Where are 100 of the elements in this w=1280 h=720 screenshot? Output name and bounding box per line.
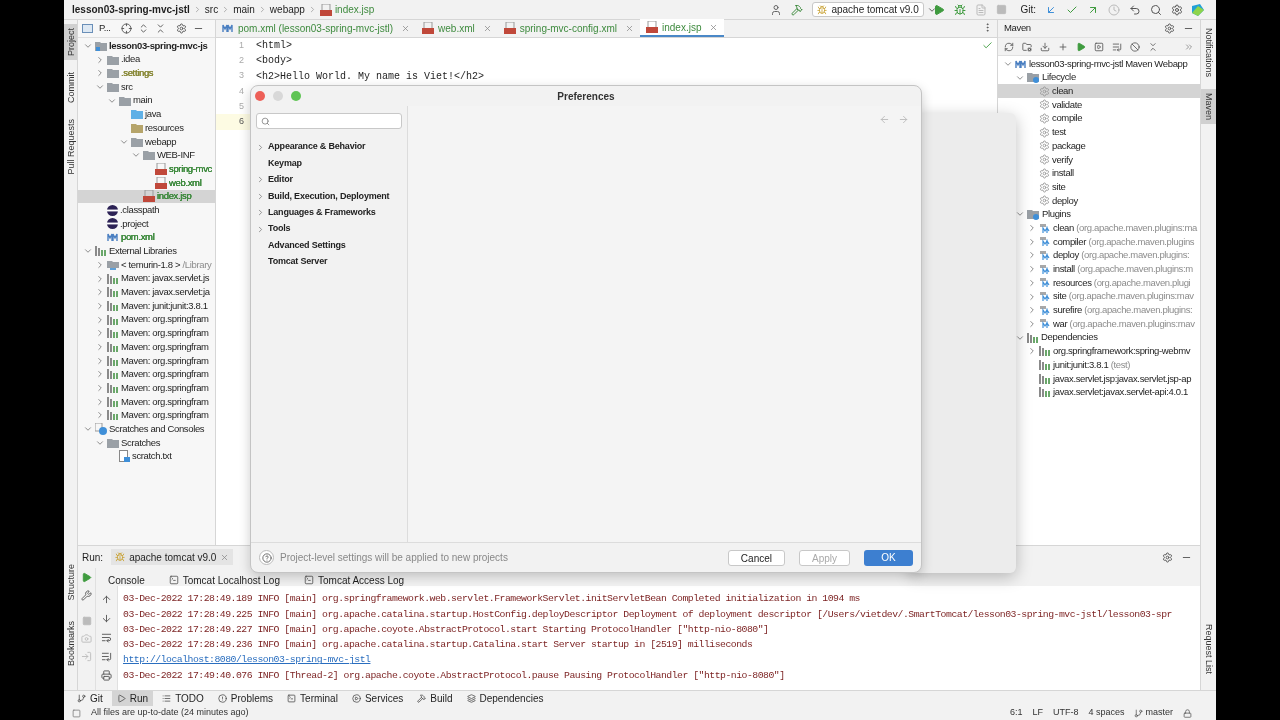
caret-position[interactable]: 6:1 — [1009, 706, 1023, 720]
tool-tab[interactable]: Dependencies — [461, 691, 549, 706]
breadcrumb-item[interactable]: main — [233, 2, 255, 17]
tree-item[interactable]: scratch.txt — [78, 449, 215, 464]
tree-item[interactable]: Lifecycle — [998, 70, 1200, 85]
tree-item[interactable]: Dependencies — [998, 330, 1200, 345]
tree-item[interactable]: webapp — [78, 134, 215, 149]
tree-item[interactable]: .classpath — [78, 203, 215, 217]
chevron-right-icon[interactable] — [95, 369, 105, 380]
chevron-right-icon[interactable] — [95, 355, 105, 366]
tree-item[interactable]: src — [78, 80, 215, 94]
tree-item[interactable]: Maven: org.springfram — [78, 394, 215, 409]
tool-tab[interactable]: Problems — [212, 691, 279, 706]
settings-nav-item[interactable]: Tools — [256, 220, 402, 238]
user-icon[interactable] — [770, 3, 783, 16]
wrench-icon[interactable] — [81, 590, 92, 601]
settings-icon[interactable] — [175, 23, 187, 34]
panel-title[interactable]: P... — [99, 21, 111, 36]
tree-item[interactable]: org.springframework:spring-webmv — [998, 344, 1200, 359]
close-icon[interactable] — [709, 22, 719, 32]
tool-tab[interactable]: TODO — [157, 691, 209, 706]
tree-item[interactable]: Scratches and Consoles — [78, 422, 215, 436]
tree-item[interactable]: Maven: org.springfram — [78, 340, 215, 354]
tree-item[interactable]: java — [78, 107, 215, 122]
debug-icon[interactable] — [954, 3, 967, 16]
download-icon[interactable] — [1040, 41, 1050, 52]
camera-icon[interactable] — [81, 633, 92, 644]
tree-item[interactable]: main — [78, 93, 215, 108]
tree-item[interactable]: < temurin-1.8 > /Library — [78, 258, 215, 272]
console-tab[interactable]: Tomcat Access Log — [300, 574, 409, 586]
settings-nav-item[interactable]: Languages & Frameworks — [256, 204, 402, 221]
chevron-right-icon[interactable] — [95, 273, 105, 284]
tree-item[interactable]: Maven: org.springfram — [78, 312, 215, 327]
editor-tab[interactable]: pom.xml (lesson03-spring-mvc-jstl) — [216, 19, 417, 37]
console-link[interactable]: http://localhost:8080/lesson03-spring-mvc-jstl — [123, 653, 371, 669]
tool-window-tab[interactable]: Request List — [1201, 619, 1216, 678]
tree-item[interactable]: install — [998, 166, 1200, 181]
tree-item[interactable]: WEB-INF — [78, 148, 215, 163]
wrap-icon[interactable] — [101, 632, 112, 643]
tree-item[interactable]: package — [998, 139, 1200, 153]
tree-item[interactable]: Maven: javax.servlet.js — [78, 271, 215, 286]
tree-item[interactable]: Maven: junit:junit:3.8.1 — [78, 299, 215, 313]
tool-window-tab[interactable]: Notifications — [1201, 24, 1216, 82]
settings-icon[interactable] — [1171, 3, 1183, 16]
console-tab[interactable]: Console — [104, 574, 149, 586]
tree-item[interactable]: resources — [78, 121, 215, 135]
tool-tab[interactable]: Git — [72, 691, 108, 706]
more-icon[interactable] — [1184, 41, 1194, 52]
login-icon[interactable] — [81, 651, 92, 662]
chevron-right-icon[interactable] — [1027, 250, 1037, 261]
line-separator[interactable]: LF — [1032, 706, 1043, 720]
run-configuration-tab[interactable]: apache tomcat v9.0 — [111, 549, 234, 565]
tree-item[interactable]: Maven: org.springfram — [78, 326, 215, 341]
close-icon[interactable] — [482, 23, 492, 33]
chevron-right-icon[interactable] — [95, 314, 105, 325]
settings-nav-item[interactable]: Editor — [256, 171, 402, 189]
zoom-window-button[interactable] — [291, 91, 301, 101]
breadcrumb-item[interactable]: lesson03-spring-mvc-jstl — [72, 2, 190, 17]
forward-arrow-icon[interactable] — [898, 114, 909, 125]
tree-item[interactable]: .project — [78, 216, 215, 231]
tree-item[interactable]: Plugins — [998, 207, 1200, 222]
chevron-right-icon[interactable] — [95, 287, 105, 298]
settings-icon[interactable] — [1164, 23, 1175, 34]
tree-item[interactable]: compiler (org.apache.maven.plugins — [998, 234, 1200, 249]
chevron-right-icon[interactable] — [95, 396, 105, 407]
plus-icon[interactable] — [1058, 41, 1068, 52]
tool-window-tab[interactable]: Bookmarks — [64, 617, 77, 670]
run-icon[interactable] — [933, 3, 946, 16]
tree-item[interactable]: lesson03-spring-mvc-jstl Maven Webapp — [998, 57, 1200, 71]
editor-tab[interactable]: web.xml — [416, 19, 498, 37]
help-button[interactable] — [259, 550, 274, 565]
toggle-icon[interactable] — [1112, 41, 1122, 52]
collapse-all-icon[interactable] — [1148, 41, 1158, 52]
dialog-button[interactable]: Cancel — [727, 549, 785, 566]
tree-item[interactable]: install (org.apache.maven.plugins:m — [998, 262, 1200, 276]
close-icon[interactable] — [624, 23, 634, 33]
tool-window-tab[interactable]: Project — [64, 24, 77, 60]
tree-item[interactable]: External Libraries — [78, 244, 215, 258]
chevron-right-icon[interactable] — [95, 328, 105, 339]
chevron-right-icon[interactable] — [1027, 223, 1037, 234]
settings-nav-item[interactable]: Advanced Settings — [256, 237, 402, 254]
tool-window-tab[interactable]: Pull Requests — [64, 115, 77, 179]
search-icon[interactable] — [1150, 3, 1162, 16]
tree-item[interactable]: site (org.apache.maven.plugins:mav — [998, 289, 1200, 304]
settings-icon[interactable] — [1162, 551, 1173, 563]
tree-item[interactable]: war (org.apache.maven.plugins:mav — [998, 317, 1200, 331]
tree-item[interactable]: .idea — [78, 52, 215, 67]
chevron-right-icon[interactable] — [95, 68, 105, 79]
tree-item[interactable]: site — [998, 180, 1200, 194]
tool-tab[interactable]: Terminal — [282, 691, 343, 706]
tree-item[interactable]: index.jsp — [78, 189, 215, 204]
skip-icon[interactable] — [1130, 41, 1140, 52]
print-icon[interactable] — [101, 670, 112, 681]
tool-tab[interactable]: Build — [412, 691, 458, 706]
chevron-right-icon[interactable] — [1027, 264, 1037, 275]
tree-item[interactable]: test — [998, 125, 1200, 140]
tree-item[interactable]: surefire (org.apache.maven.plugins: — [998, 303, 1200, 318]
tree-item[interactable]: Maven: javax.servlet:ja — [78, 285, 215, 300]
breadcrumb-item[interactable]: index.jsp — [334, 2, 375, 17]
tree-item[interactable]: lesson03-spring-mvc-js — [78, 39, 215, 53]
